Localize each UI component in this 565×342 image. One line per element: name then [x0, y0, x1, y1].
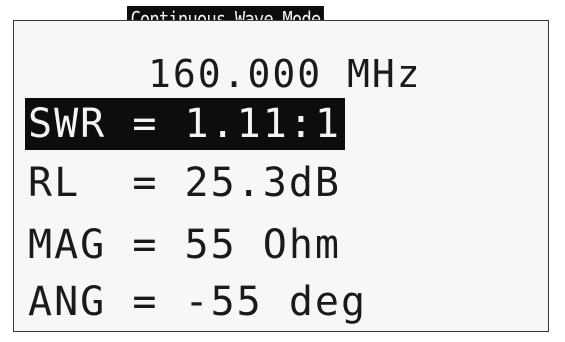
return-loss-reading[interactable]: RL = 25.3dB: [28, 157, 341, 209]
frequency-readout: 160.000 MHz: [148, 52, 422, 96]
angle-reading[interactable]: ANG = -55 deg: [28, 276, 367, 328]
swr-reading[interactable]: SWR = 1.11:1: [25, 98, 345, 150]
magnitude-reading[interactable]: MAG = 55 Ohm: [28, 219, 341, 271]
